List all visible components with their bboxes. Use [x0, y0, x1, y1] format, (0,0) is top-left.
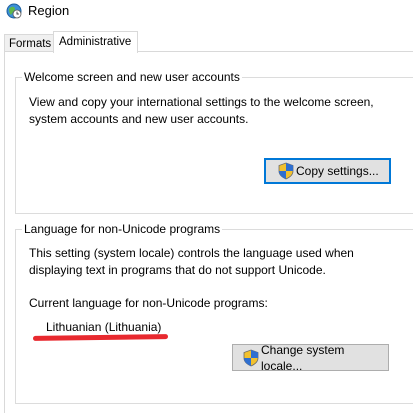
uac-shield-icon	[278, 162, 294, 180]
change-system-locale-button[interactable]: Change system locale...	[232, 342, 389, 373]
system-locale-description-line2: displaying text in programs that do not …	[29, 263, 326, 277]
uac-shield-icon	[243, 349, 259, 366]
welcome-screen-group: Welcome screen and new user accounts Vie…	[15, 69, 413, 214]
copy-settings-label: Copy settings...	[296, 164, 379, 178]
current-language-label: Current language for non-Unicode program…	[29, 296, 268, 310]
change-system-locale-label: Change system locale...	[261, 342, 345, 373]
window-title: Region	[28, 3, 70, 18]
region-globe-icon	[6, 3, 22, 19]
tab-administrative[interactable]: Administrative	[53, 31, 139, 53]
administrative-panel: Welcome screen and new user accounts Vie…	[4, 51, 413, 413]
non-unicode-language-group: Language for non-Unicode programs This s…	[15, 221, 413, 404]
welcome-description-line1: View and copy your international setting…	[29, 95, 374, 109]
tab-formats[interactable]: Formats	[4, 34, 57, 52]
title-bar: Region	[0, 0, 413, 26]
copy-settings-button[interactable]: Copy settings...	[264, 158, 391, 184]
non-unicode-group-title: Language for non-Unicode programs	[22, 221, 223, 237]
welcome-screen-group-title: Welcome screen and new user accounts	[22, 69, 242, 85]
tab-strip: Formats Administrative	[0, 26, 413, 53]
welcome-description-line2: system accounts and new user accounts.	[29, 112, 249, 126]
system-locale-description-line1: This setting (system locale) controls th…	[29, 246, 354, 260]
